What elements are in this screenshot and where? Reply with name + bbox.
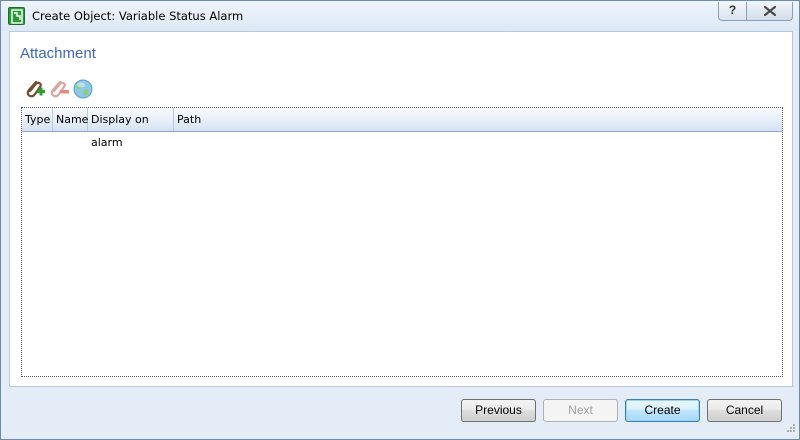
add-attachment-button[interactable] [24,78,46,100]
remove-attachment-button[interactable] [48,78,70,100]
globe-icon [73,79,93,99]
app-icon [8,7,25,25]
table-header: Type Name Display on alarm Path [22,108,782,149]
dialog-content: Attachment Type Name Display on alarm Pa… [9,31,793,387]
help-label: ? [728,3,737,17]
window-title: Create Object: Variable Status Alarm [32,9,244,23]
column-header-type[interactable]: Type [22,108,53,131]
resize-grip-icon[interactable] [784,423,796,435]
title-bar[interactable]: Create Object: Variable Status Alarm ? [1,1,799,31]
close-button[interactable] [746,2,793,21]
paperclip-add-icon [26,80,45,98]
attachment-table[interactable]: Type Name Display on alarm Path [21,107,783,377]
cancel-button[interactable]: Cancel [707,399,782,422]
section-title: Attachment [20,45,96,62]
column-header-display-on-alarm[interactable]: Display on alarm [88,108,174,149]
column-header-name[interactable]: Name [53,108,88,131]
web-attachment-button[interactable] [72,78,94,100]
column-header-path[interactable]: Path [174,108,214,131]
dialog-window: Create Object: Variable Status Alarm ? A… [0,0,800,440]
close-icon [763,5,776,17]
previous-button[interactable]: Previous [461,399,536,422]
dialog-footer: Previous Next Create Cancel [1,387,799,439]
paperclip-remove-icon [50,80,69,98]
create-button[interactable]: Create [625,399,700,422]
help-button[interactable]: ? [718,2,747,21]
next-button[interactable]: Next [543,399,618,422]
